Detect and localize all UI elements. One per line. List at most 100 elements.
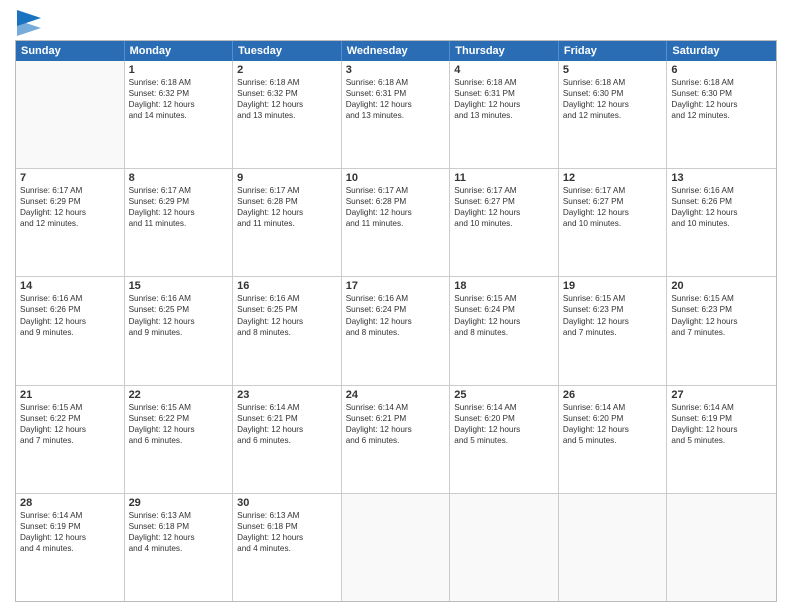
day-info: Sunrise: 6:14 AM Sunset: 6:19 PM Dayligh…: [20, 510, 120, 554]
day-cell-15: 15Sunrise: 6:16 AM Sunset: 6:25 PM Dayli…: [125, 277, 234, 384]
day-info: Sunrise: 6:16 AM Sunset: 6:26 PM Dayligh…: [20, 293, 120, 337]
header-day-wednesday: Wednesday: [342, 41, 451, 61]
day-cell-27: 27Sunrise: 6:14 AM Sunset: 6:19 PM Dayli…: [667, 386, 776, 493]
day-info: Sunrise: 6:17 AM Sunset: 6:29 PM Dayligh…: [129, 185, 229, 229]
day-cell-8: 8Sunrise: 6:17 AM Sunset: 6:29 PM Daylig…: [125, 169, 234, 276]
week-row-4: 21Sunrise: 6:15 AM Sunset: 6:22 PM Dayli…: [16, 386, 776, 494]
day-number: 26: [563, 389, 663, 401]
day-info: Sunrise: 6:15 AM Sunset: 6:23 PM Dayligh…: [671, 293, 772, 337]
day-info: Sunrise: 6:15 AM Sunset: 6:22 PM Dayligh…: [129, 402, 229, 446]
day-cell-24: 24Sunrise: 6:14 AM Sunset: 6:21 PM Dayli…: [342, 386, 451, 493]
calendar: SundayMondayTuesdayWednesdayThursdayFrid…: [15, 40, 777, 602]
empty-cell: [342, 494, 451, 601]
day-cell-20: 20Sunrise: 6:15 AM Sunset: 6:23 PM Dayli…: [667, 277, 776, 384]
day-info: Sunrise: 6:15 AM Sunset: 6:23 PM Dayligh…: [563, 293, 663, 337]
empty-cell: [559, 494, 668, 601]
day-cell-4: 4Sunrise: 6:18 AM Sunset: 6:31 PM Daylig…: [450, 61, 559, 168]
empty-cell: [450, 494, 559, 601]
day-info: Sunrise: 6:14 AM Sunset: 6:20 PM Dayligh…: [563, 402, 663, 446]
day-info: Sunrise: 6:16 AM Sunset: 6:26 PM Dayligh…: [671, 185, 772, 229]
day-number: 4: [454, 64, 554, 76]
day-number: 28: [20, 497, 120, 509]
header-day-monday: Monday: [125, 41, 234, 61]
day-info: Sunrise: 6:16 AM Sunset: 6:25 PM Dayligh…: [237, 293, 337, 337]
day-cell-26: 26Sunrise: 6:14 AM Sunset: 6:20 PM Dayli…: [559, 386, 668, 493]
day-number: 20: [671, 280, 772, 292]
day-info: Sunrise: 6:17 AM Sunset: 6:28 PM Dayligh…: [237, 185, 337, 229]
day-cell-30: 30Sunrise: 6:13 AM Sunset: 6:18 PM Dayli…: [233, 494, 342, 601]
calendar-header: SundayMondayTuesdayWednesdayThursdayFrid…: [16, 41, 776, 61]
day-cell-12: 12Sunrise: 6:17 AM Sunset: 6:27 PM Dayli…: [559, 169, 668, 276]
week-row-1: 1Sunrise: 6:18 AM Sunset: 6:32 PM Daylig…: [16, 61, 776, 169]
day-cell-2: 2Sunrise: 6:18 AM Sunset: 6:32 PM Daylig…: [233, 61, 342, 168]
day-cell-11: 11Sunrise: 6:17 AM Sunset: 6:27 PM Dayli…: [450, 169, 559, 276]
day-info: Sunrise: 6:13 AM Sunset: 6:18 PM Dayligh…: [237, 510, 337, 554]
day-info: Sunrise: 6:17 AM Sunset: 6:27 PM Dayligh…: [454, 185, 554, 229]
day-info: Sunrise: 6:18 AM Sunset: 6:32 PM Dayligh…: [129, 77, 229, 121]
day-number: 1: [129, 64, 229, 76]
day-cell-13: 13Sunrise: 6:16 AM Sunset: 6:26 PM Dayli…: [667, 169, 776, 276]
header-day-friday: Friday: [559, 41, 668, 61]
day-info: Sunrise: 6:14 AM Sunset: 6:19 PM Dayligh…: [671, 402, 772, 446]
page: SundayMondayTuesdayWednesdayThursdayFrid…: [0, 0, 792, 612]
week-row-5: 28Sunrise: 6:14 AM Sunset: 6:19 PM Dayli…: [16, 494, 776, 601]
day-cell-9: 9Sunrise: 6:17 AM Sunset: 6:28 PM Daylig…: [233, 169, 342, 276]
week-row-3: 14Sunrise: 6:16 AM Sunset: 6:26 PM Dayli…: [16, 277, 776, 385]
day-cell-29: 29Sunrise: 6:13 AM Sunset: 6:18 PM Dayli…: [125, 494, 234, 601]
day-cell-5: 5Sunrise: 6:18 AM Sunset: 6:30 PM Daylig…: [559, 61, 668, 168]
day-cell-3: 3Sunrise: 6:18 AM Sunset: 6:31 PM Daylig…: [342, 61, 451, 168]
empty-cell: [16, 61, 125, 168]
day-number: 16: [237, 280, 337, 292]
day-info: Sunrise: 6:15 AM Sunset: 6:24 PM Dayligh…: [454, 293, 554, 337]
day-cell-16: 16Sunrise: 6:16 AM Sunset: 6:25 PM Dayli…: [233, 277, 342, 384]
day-info: Sunrise: 6:18 AM Sunset: 6:30 PM Dayligh…: [563, 77, 663, 121]
day-info: Sunrise: 6:17 AM Sunset: 6:29 PM Dayligh…: [20, 185, 120, 229]
day-number: 3: [346, 64, 446, 76]
day-cell-6: 6Sunrise: 6:18 AM Sunset: 6:30 PM Daylig…: [667, 61, 776, 168]
day-number: 30: [237, 497, 337, 509]
day-cell-10: 10Sunrise: 6:17 AM Sunset: 6:28 PM Dayli…: [342, 169, 451, 276]
day-cell-23: 23Sunrise: 6:14 AM Sunset: 6:21 PM Dayli…: [233, 386, 342, 493]
day-number: 15: [129, 280, 229, 292]
day-number: 11: [454, 172, 554, 184]
header: [15, 10, 777, 34]
day-number: 19: [563, 280, 663, 292]
day-info: Sunrise: 6:18 AM Sunset: 6:32 PM Dayligh…: [237, 77, 337, 121]
day-info: Sunrise: 6:13 AM Sunset: 6:18 PM Dayligh…: [129, 510, 229, 554]
week-row-2: 7Sunrise: 6:17 AM Sunset: 6:29 PM Daylig…: [16, 169, 776, 277]
day-info: Sunrise: 6:15 AM Sunset: 6:22 PM Dayligh…: [20, 402, 120, 446]
day-number: 23: [237, 389, 337, 401]
day-number: 8: [129, 172, 229, 184]
logo-icon: [17, 10, 41, 38]
day-cell-14: 14Sunrise: 6:16 AM Sunset: 6:26 PM Dayli…: [16, 277, 125, 384]
day-cell-19: 19Sunrise: 6:15 AM Sunset: 6:23 PM Dayli…: [559, 277, 668, 384]
day-cell-28: 28Sunrise: 6:14 AM Sunset: 6:19 PM Dayli…: [16, 494, 125, 601]
day-number: 27: [671, 389, 772, 401]
day-info: Sunrise: 6:16 AM Sunset: 6:25 PM Dayligh…: [129, 293, 229, 337]
day-cell-22: 22Sunrise: 6:15 AM Sunset: 6:22 PM Dayli…: [125, 386, 234, 493]
header-day-sunday: Sunday: [16, 41, 125, 61]
day-number: 22: [129, 389, 229, 401]
day-number: 5: [563, 64, 663, 76]
day-info: Sunrise: 6:14 AM Sunset: 6:21 PM Dayligh…: [346, 402, 446, 446]
day-cell-7: 7Sunrise: 6:17 AM Sunset: 6:29 PM Daylig…: [16, 169, 125, 276]
day-number: 14: [20, 280, 120, 292]
day-number: 2: [237, 64, 337, 76]
day-info: Sunrise: 6:14 AM Sunset: 6:20 PM Dayligh…: [454, 402, 554, 446]
header-day-thursday: Thursday: [450, 41, 559, 61]
day-cell-18: 18Sunrise: 6:15 AM Sunset: 6:24 PM Dayli…: [450, 277, 559, 384]
day-number: 12: [563, 172, 663, 184]
day-info: Sunrise: 6:18 AM Sunset: 6:31 PM Dayligh…: [346, 77, 446, 121]
empty-cell: [667, 494, 776, 601]
day-cell-25: 25Sunrise: 6:14 AM Sunset: 6:20 PM Dayli…: [450, 386, 559, 493]
day-cell-1: 1Sunrise: 6:18 AM Sunset: 6:32 PM Daylig…: [125, 61, 234, 168]
day-number: 17: [346, 280, 446, 292]
day-cell-17: 17Sunrise: 6:16 AM Sunset: 6:24 PM Dayli…: [342, 277, 451, 384]
day-info: Sunrise: 6:17 AM Sunset: 6:27 PM Dayligh…: [563, 185, 663, 229]
logo: [15, 10, 41, 34]
day-number: 6: [671, 64, 772, 76]
day-info: Sunrise: 6:16 AM Sunset: 6:24 PM Dayligh…: [346, 293, 446, 337]
day-info: Sunrise: 6:17 AM Sunset: 6:28 PM Dayligh…: [346, 185, 446, 229]
day-cell-21: 21Sunrise: 6:15 AM Sunset: 6:22 PM Dayli…: [16, 386, 125, 493]
day-number: 10: [346, 172, 446, 184]
